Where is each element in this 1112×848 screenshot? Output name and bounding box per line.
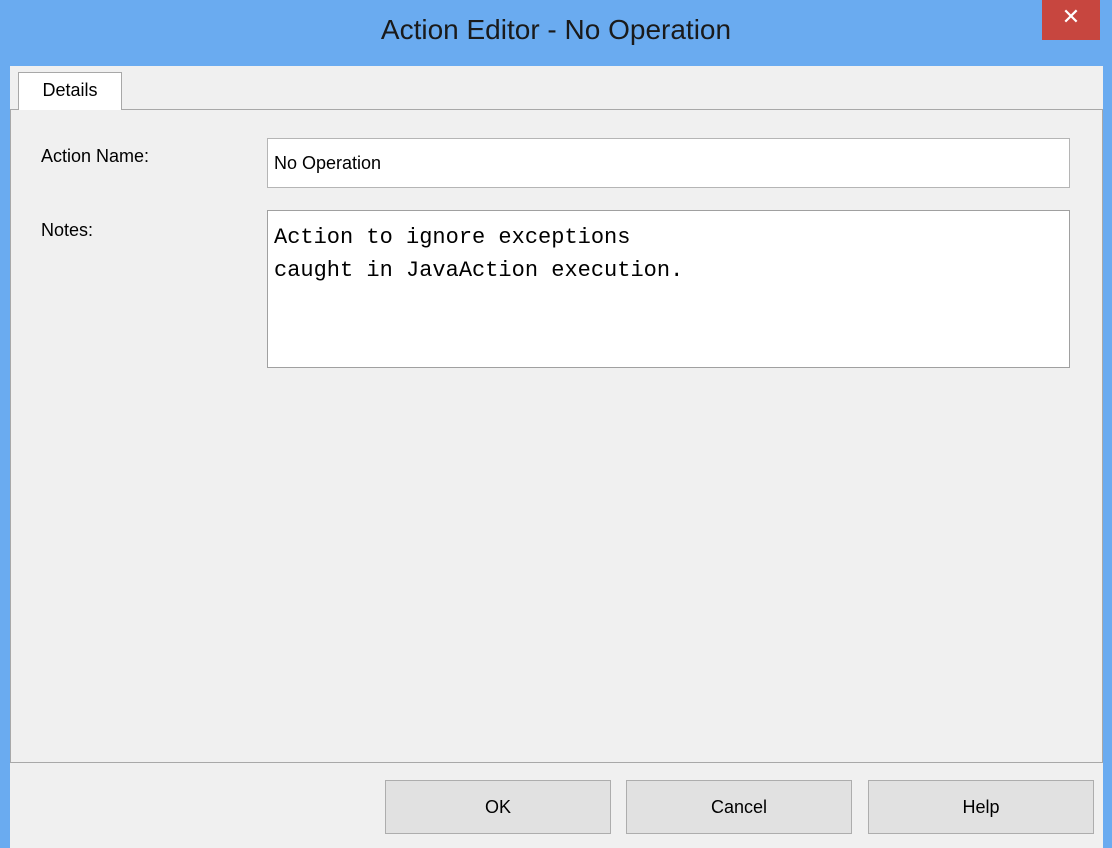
dialog-client-area: Details Action Name: No Operation Notes:…: [10, 66, 1103, 848]
window-title: Action Editor - No Operation: [380, 14, 732, 45]
ok-button[interactable]: OK: [385, 780, 611, 834]
close-button[interactable]: ✕: [1042, 0, 1100, 40]
title-bar[interactable]: Action Editor - No Operation ✕: [0, 0, 1112, 66]
cancel-button[interactable]: Cancel: [626, 780, 852, 834]
button-bar: OK Cancel Help: [10, 763, 1103, 848]
action-editor-window: Action Editor - No Operation ✕ Details A…: [0, 0, 1112, 848]
details-panel: Action Name: No Operation Notes: Action …: [10, 109, 1103, 763]
tab-details[interactable]: Details: [18, 72, 122, 110]
help-button[interactable]: Help: [868, 780, 1094, 834]
notes-textarea[interactable]: Action to ignore exceptions caught in Ja…: [267, 210, 1070, 368]
close-icon: ✕: [1061, 5, 1081, 30]
notes-label: Notes:: [41, 220, 94, 240]
action-name-field[interactable]: No Operation: [267, 138, 1070, 188]
action-name-label: Action Name:: [41, 146, 150, 166]
tab-strip: Details: [10, 66, 1103, 110]
